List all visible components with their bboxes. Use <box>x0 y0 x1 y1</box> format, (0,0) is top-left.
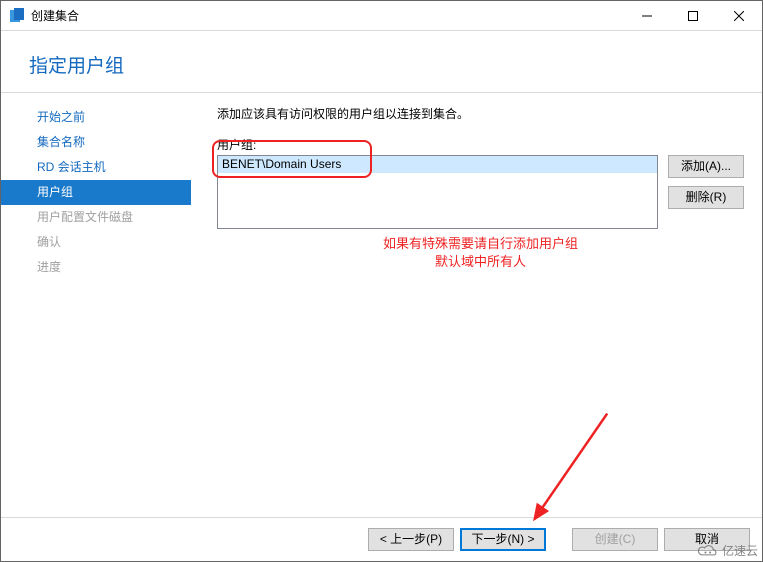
page-title: 指定用户组 <box>29 51 762 78</box>
remove-button[interactable]: 删除(R) <box>668 186 744 209</box>
instruction-text: 添加应该具有访问权限的用户组以连接到集合。 <box>217 105 744 122</box>
annotation-text: 如果有特殊需要请自行添加用户组 默认域中所有人 <box>217 235 744 270</box>
step-before-begin[interactable]: 开始之前 <box>1 105 191 130</box>
minimize-button[interactable] <box>624 1 670 31</box>
annotation-line1: 如果有特殊需要请自行添加用户组 <box>217 235 744 253</box>
previous-button[interactable]: < 上一步(P) <box>368 528 454 551</box>
step-sidebar: 开始之前 集合名称 RD 会话主机 用户组 用户配置文件磁盘 确认 进度 <box>1 93 191 517</box>
cancel-button[interactable]: 取消 <box>664 528 750 551</box>
step-rd-session-host[interactable]: RD 会话主机 <box>1 155 191 180</box>
step-collection-name[interactable]: 集合名称 <box>1 130 191 155</box>
wizard-footer: < 上一步(P) 下一步(N) > 创建(C) 取消 <box>1 517 762 561</box>
next-button[interactable]: 下一步(N) > <box>460 528 546 551</box>
main-panel: 添加应该具有访问权限的用户组以连接到集合。 用户组: BENET\Domain … <box>191 93 762 517</box>
window-title: 创建集合 <box>31 7 79 24</box>
wizard-header: 指定用户组 <box>1 31 762 93</box>
create-button: 创建(C) <box>572 528 658 551</box>
user-group-label: 用户组: <box>217 136 744 153</box>
wizard-body: 开始之前 集合名称 RD 会话主机 用户组 用户配置文件磁盘 确认 进度 添加应… <box>1 93 762 517</box>
step-confirm: 确认 <box>1 230 191 255</box>
user-group-listbox[interactable]: BENET\Domain Users <box>217 155 658 229</box>
wizard-window: 创建集合 指定用户组 开始之前 集合名称 RD 会话主机 用户组 用户配置文件磁… <box>0 0 763 562</box>
step-user-profile-disk: 用户配置文件磁盘 <box>1 205 191 230</box>
step-user-groups[interactable]: 用户组 <box>1 180 191 205</box>
add-button[interactable]: 添加(A)... <box>668 155 744 178</box>
annotation-line2: 默认域中所有人 <box>217 253 744 271</box>
step-progress: 进度 <box>1 255 191 280</box>
title-bar: 创建集合 <box>1 1 762 31</box>
maximize-button[interactable] <box>670 1 716 31</box>
close-button[interactable] <box>716 1 762 31</box>
app-icon <box>9 8 25 24</box>
list-item[interactable]: BENET\Domain Users <box>218 156 657 173</box>
